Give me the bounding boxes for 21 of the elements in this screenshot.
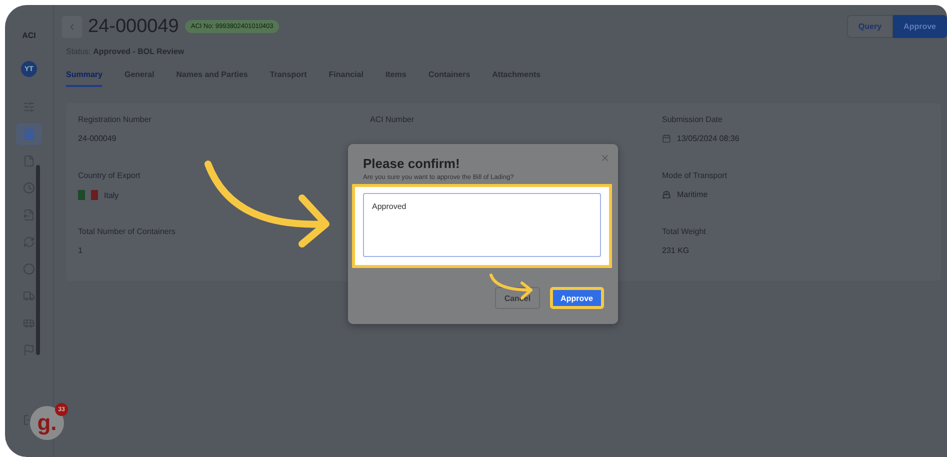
comment-field[interactable]: Approved [363,193,601,257]
flag-icon [78,190,98,200]
dialog-title: Please confirm! [363,156,460,171]
field-value: Maritime [677,190,708,199]
field-value: 231 KG [662,246,690,255]
back-button[interactable] [62,16,82,38]
logo: ACI [22,31,36,40]
calendar-icon [662,134,671,143]
document-icon[interactable] [16,123,42,145]
approve-button[interactable]: Approve [892,15,947,38]
approve-button[interactable]: Approve [550,287,604,309]
record-title: 24-000049 [88,16,179,38]
close-icon[interactable] [600,153,610,163]
field-value: 24-000049 [78,134,116,143]
field-value: Italy [104,190,119,200]
query-button[interactable]: Query [847,15,893,38]
scrollbar[interactable] [36,165,40,355]
tab[interactable]: Summary [66,70,102,87]
field-value: 1 [78,246,82,255]
ship-icon [662,190,671,199]
field-value: 13/05/2024 08:36 [677,134,740,143]
